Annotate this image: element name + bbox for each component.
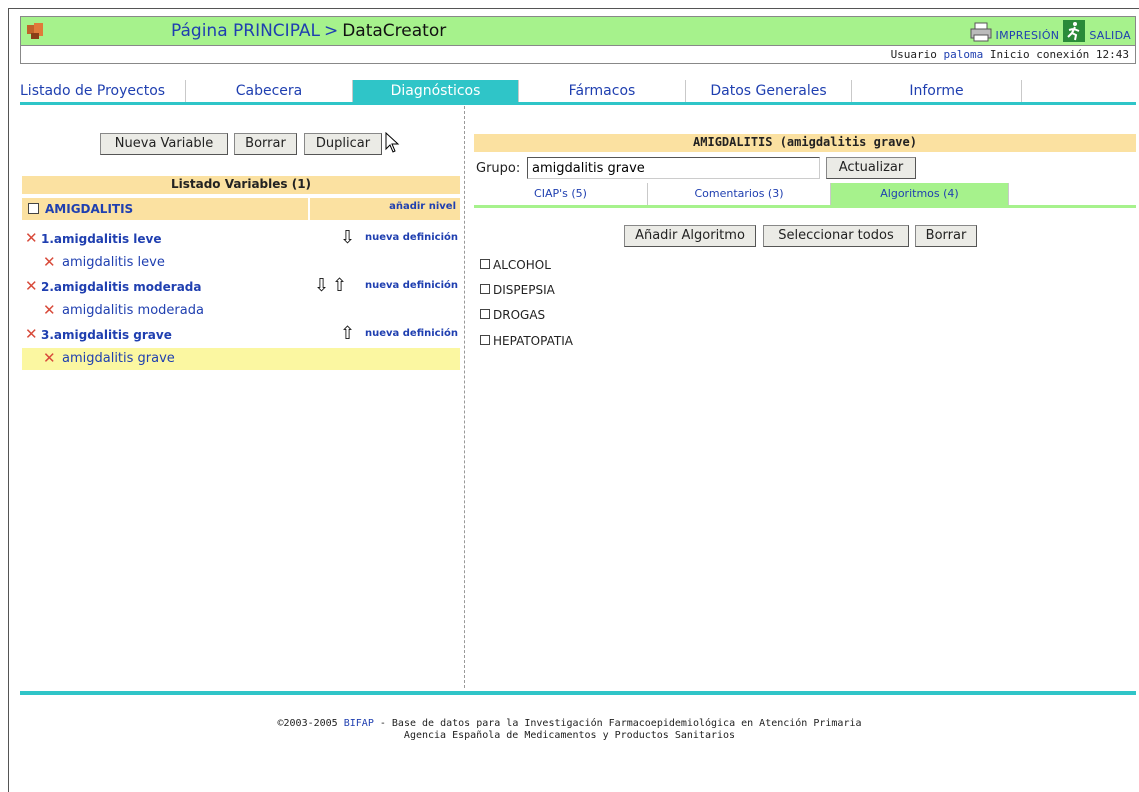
variable-root-row: AMIGDALITIS añadir nivel: [22, 198, 460, 220]
delete-x-icon[interactable]: ✕: [43, 349, 56, 367]
algorithm-label: DISPEPSIA: [493, 283, 555, 297]
main-tabs: Listado de Proyectos Cabecera Diagnóstic…: [20, 80, 1136, 102]
definition-row: ✕ amigdalitis moderada: [22, 300, 460, 322]
algorithm-label: DROGAS: [493, 308, 546, 322]
subtabs-underline: [474, 205, 1136, 208]
algorithm-checkbox[interactable]: [480, 284, 490, 294]
delete-x-icon[interactable]: ✕: [43, 301, 56, 319]
add-algorithm-button[interactable]: Añadir Algoritmo: [624, 225, 756, 247]
exit-link[interactable]: SALIDA: [1089, 29, 1131, 42]
tab-drugs[interactable]: Fármacos: [519, 80, 686, 102]
variable-detail-title: AMIGDALITIS (amigdalitis grave): [474, 134, 1136, 152]
user-session-bar: Usuario paloma Inicio conexión 12:43: [20, 46, 1136, 64]
algorithm-item: ALCOHOL: [480, 258, 551, 272]
algorithm-checkbox[interactable]: [480, 259, 490, 269]
user-prefix: Usuario: [890, 48, 937, 61]
arrow-down-icon[interactable]: ⇩: [314, 275, 329, 296]
level-row: ✕ 2.amigdalitis moderada ⇩ ⇧ nueva defin…: [22, 275, 460, 298]
level-name-link[interactable]: 1.amigdalitis leve: [41, 232, 162, 246]
algorithm-item: DISPEPSIA: [480, 283, 555, 297]
level-row: ✕ 1.amigdalitis leve ⇩ nueva definición: [22, 227, 460, 250]
arrow-up-icon[interactable]: ⇧: [340, 323, 355, 344]
algorithm-item: DROGAS: [480, 308, 545, 322]
algorithm-checkbox[interactable]: [480, 309, 490, 319]
arrow-down-icon[interactable]: ⇩: [340, 227, 355, 248]
footer-line-1: ©2003-2005 BIFAP - Base de datos para la…: [0, 718, 1139, 730]
footer-divider: [20, 691, 1136, 695]
subtab-ciaps[interactable]: CIAP's (5): [474, 183, 648, 205]
variable-root-name[interactable]: AMIGDALITIS: [45, 202, 133, 216]
breadcrumb: Página PRINCIPAL > DataCreator: [171, 21, 446, 41]
variable-root-cell: AMIGDALITIS: [22, 198, 308, 220]
footer-copyright: ©2003-2005: [277, 718, 338, 729]
new-variable-button[interactable]: Nueva Variable: [100, 133, 228, 155]
definition-row: ✕ amigdalitis leve: [22, 252, 460, 274]
level-row: ✕ 3.amigdalitis grave ⇧ nueva definición: [22, 323, 460, 346]
tab-report[interactable]: Informe: [852, 80, 1022, 102]
detail-subtabs: CIAP's (5) Comentarios (3) Algoritmos (4…: [474, 183, 1136, 205]
footer: ©2003-2005 BIFAP - Base de datos para la…: [0, 718, 1139, 742]
arrow-up-icon[interactable]: ⇧: [332, 275, 347, 296]
new-definition-link[interactable]: nueva definición: [365, 232, 458, 243]
add-level-link[interactable]: añadir nivel: [310, 198, 460, 220]
header-bar: Página PRINCIPAL > DataCreator IMPRESIÓN S…: [20, 16, 1136, 46]
group-input[interactable]: [527, 157, 820, 179]
breadcrumb-home-link[interactable]: Página PRINCIPAL: [171, 21, 320, 41]
definition-name-link[interactable]: amigdalitis moderada: [62, 303, 204, 318]
delete-algorithm-button[interactable]: Borrar: [915, 225, 977, 247]
algorithm-checkbox[interactable]: [480, 335, 490, 345]
tab-diagnostics[interactable]: Diagnósticos: [353, 80, 519, 102]
level-name-link[interactable]: 2.amigdalitis moderada: [41, 280, 201, 294]
subtab-algorithms[interactable]: Algoritmos (4): [831, 183, 1009, 205]
header-actions: IMPRESIÓN SALIDA: [970, 20, 1131, 42]
footer-line-2: Agencia Española de Medicamentos y Produ…: [403, 730, 736, 741]
tab-project-list[interactable]: Listado de Proyectos: [20, 80, 186, 102]
breadcrumb-current: DataCreator: [342, 21, 447, 41]
definition-name-link[interactable]: amigdalitis grave: [62, 351, 175, 366]
delete-x-icon[interactable]: ✕: [43, 253, 56, 271]
delete-x-icon[interactable]: ✕: [25, 325, 38, 343]
delete-variable-button[interactable]: Borrar: [234, 133, 297, 155]
app-logo-icon: [27, 23, 43, 39]
group-label: Grupo:: [476, 161, 521, 176]
update-button[interactable]: Actualizar: [826, 157, 916, 179]
printer-icon[interactable]: [970, 22, 992, 42]
page-frame: [8, 8, 1139, 792]
subtab-comments[interactable]: Comentarios (3): [648, 183, 831, 205]
breadcrumb-separator: >: [323, 21, 339, 41]
algorithm-item: HEPATOPATIA: [480, 334, 573, 348]
delete-x-icon[interactable]: ✕: [25, 277, 38, 295]
root-checkbox[interactable]: [28, 203, 39, 214]
print-link[interactable]: IMPRESIÓN: [996, 29, 1060, 42]
new-definition-link[interactable]: nueva definición: [365, 328, 458, 339]
footer-bifap-link[interactable]: BIFAP: [344, 718, 374, 729]
variables-list-header: Listado Variables (1): [22, 176, 460, 194]
definition-name-link[interactable]: amigdalitis leve: [62, 255, 165, 270]
tab-header[interactable]: Cabecera: [186, 80, 353, 102]
tabs-underline: [20, 102, 1136, 105]
footer-description: - Base de datos para la Investigación Fa…: [379, 718, 862, 729]
algorithm-label: HEPATOPATIA: [493, 334, 573, 348]
new-definition-link[interactable]: nueva definición: [365, 280, 458, 291]
delete-x-icon[interactable]: ✕: [25, 229, 38, 247]
mouse-cursor-icon: [385, 132, 400, 153]
definition-row-selected[interactable]: ✕ amigdalitis grave: [22, 348, 460, 370]
user-name-link[interactable]: paloma: [944, 48, 984, 61]
select-all-button[interactable]: Seleccionar todos: [763, 225, 909, 247]
duplicate-variable-button[interactable]: Duplicar: [304, 133, 382, 155]
level-name-link[interactable]: 3.amigdalitis grave: [41, 328, 172, 342]
exit-door-icon[interactable]: [1063, 20, 1086, 42]
session-start: Inicio conexión 12:43: [989, 48, 1129, 61]
algorithm-label: ALCOHOL: [493, 258, 551, 272]
panel-divider: [464, 106, 465, 688]
tab-general-data[interactable]: Datos Generales: [686, 80, 852, 102]
